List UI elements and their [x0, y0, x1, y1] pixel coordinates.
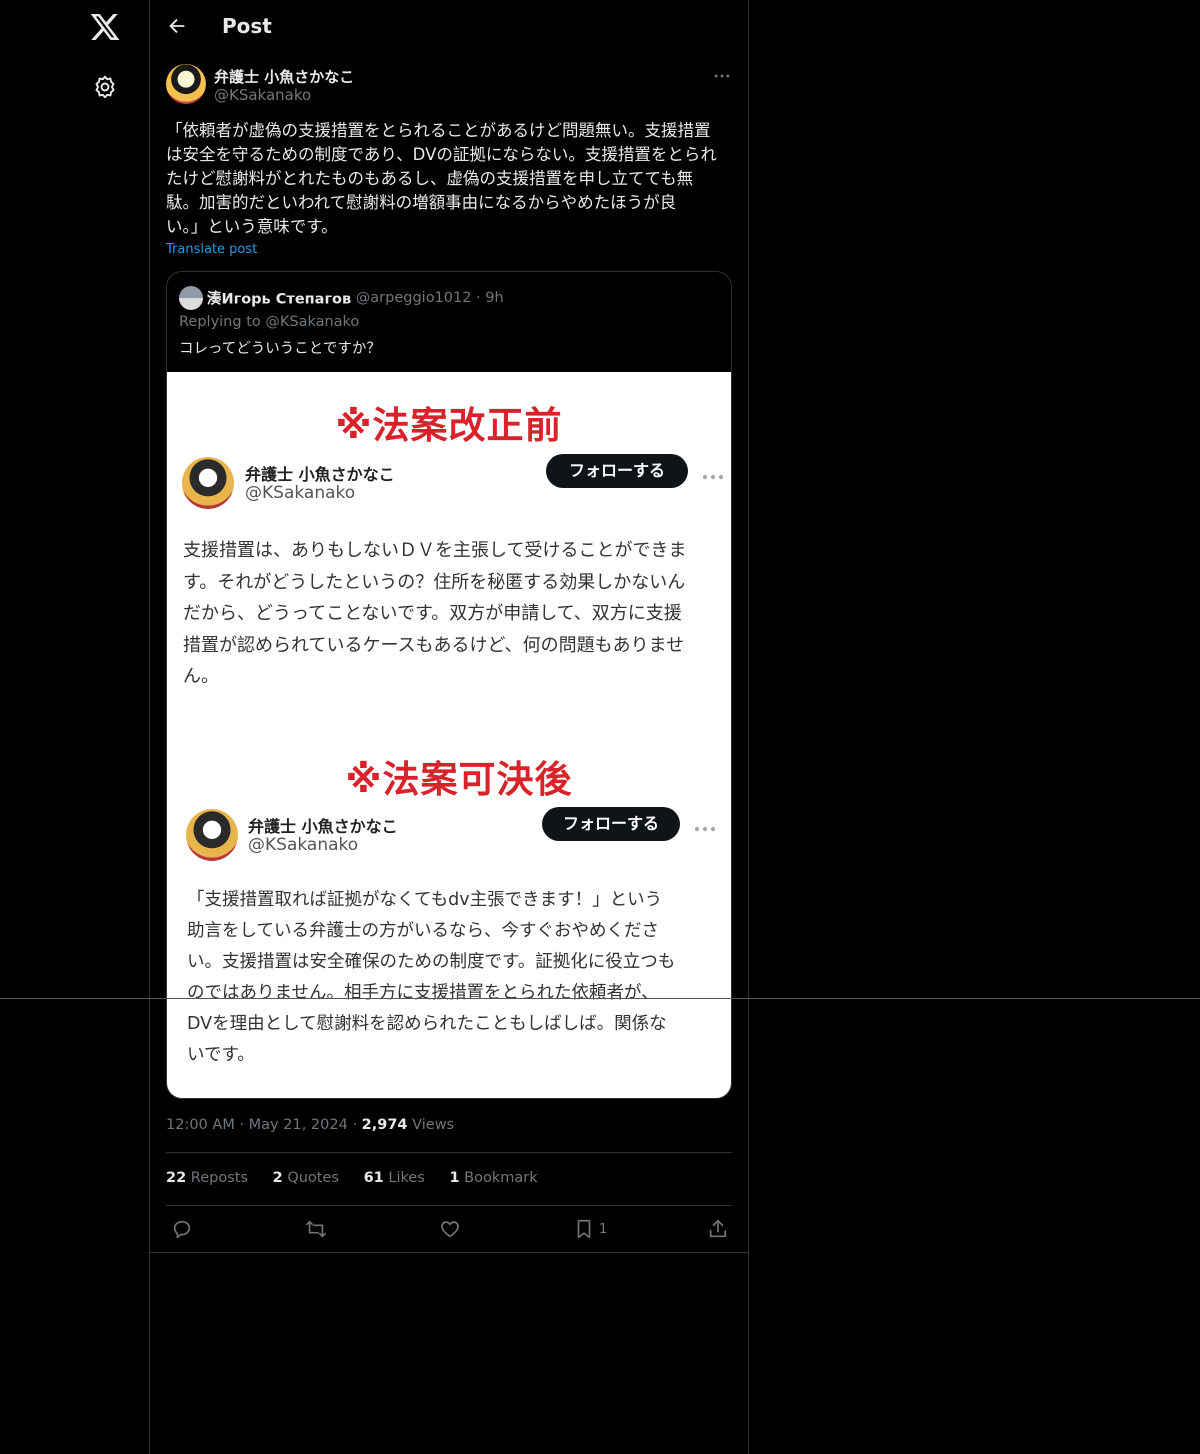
reposts-label: Reposts	[190, 1170, 249, 1186]
separator-dot: ·	[476, 290, 481, 306]
bookmarks-count: 1	[449, 1170, 460, 1186]
bookmarks-label: Bookmark	[464, 1170, 538, 1186]
image-author-name: 弁護士 小魚さかなこ	[245, 465, 395, 484]
main-column: Post 弁護士 小魚さかなこ @KSakanako 「依頼者が虚偽の支援措置を…	[149, 0, 749, 1454]
image-avatar	[186, 809, 238, 861]
banner-after: ※法案可決後	[345, 758, 573, 801]
likes-stat[interactable]: 61 Likes	[364, 1170, 425, 1186]
image-follow-button: フォローする	[542, 807, 680, 841]
share-icon[interactable]	[707, 1218, 729, 1240]
likes-label: Likes	[388, 1170, 425, 1186]
overlay-rule	[0, 998, 1200, 999]
likes-count: 61	[363, 1170, 384, 1186]
views-label: Views	[412, 1117, 455, 1133]
tweet-text: 「依頼者が虚偽の支援措置をとられることがあるけど問題無い。支援措置 は安全を守る…	[166, 121, 717, 236]
translate-link[interactable]: Translate post	[166, 242, 257, 257]
quotes-stat[interactable]: 2 Quotes	[273, 1170, 339, 1186]
reposts-stat[interactable]: 22 Reposts	[166, 1170, 248, 1186]
like-icon[interactable]	[439, 1218, 461, 1240]
image-body-after: 「支援措置取れば証拠がなくてもdv主張できます！」という 助言をしている弁護士の…	[187, 890, 676, 1065]
image-follow-button: フォローする	[546, 454, 688, 488]
separator-dot: ·	[352, 1117, 362, 1133]
author-handle[interactable]: @KSakanako	[214, 86, 311, 104]
quotes-label: Quotes	[287, 1170, 339, 1186]
engagement-stats: 22 Reposts 2 Quotes 61 Likes 1 Bookmark	[166, 1170, 558, 1186]
more-icon[interactable]	[712, 66, 732, 86]
page-title: Post	[222, 14, 272, 38]
post-date[interactable]: May 21, 2024	[249, 1117, 348, 1133]
image-body-before: 支援措置は、ありもしないＤＶを主張して受けることができま す。それがどうしたとい…	[183, 540, 687, 687]
image-author-handle: @KSakanako	[248, 835, 359, 855]
image-author-handle: @KSakanako	[245, 483, 356, 503]
bookmark-icon[interactable]	[573, 1218, 595, 1240]
x-logo-icon[interactable]	[89, 11, 121, 43]
quotes-count: 2	[272, 1170, 283, 1186]
divider	[166, 1205, 732, 1206]
left-nav	[0, 0, 150, 1454]
quote-image[interactable]: ※法案改正前 弁護士 小魚さかなこ @KSakanako フォローする 支援措置…	[167, 372, 731, 1098]
view-count: 2,974	[361, 1117, 408, 1133]
timestamp: 12:00 AM · May 21, 2024 · 2,974 Views	[166, 1117, 454, 1133]
quote-header: 湊Игорь Степагов @arpeggio1012 · 9h	[179, 286, 719, 310]
settings-icon[interactable]	[92, 74, 118, 100]
quote-age: 9h	[485, 290, 504, 306]
bookmark-action-count: 1	[599, 1222, 608, 1237]
avatar[interactable]	[166, 64, 206, 104]
banner-before: ※法案改正前	[335, 404, 563, 447]
author-name[interactable]: 弁護士 小魚さかなこ	[214, 66, 354, 87]
image-more-icon	[693, 819, 717, 832]
image-more-icon	[701, 467, 725, 480]
quote-author-handle[interactable]: @arpeggio1012	[356, 290, 472, 306]
image-author-name: 弁護士 小魚さかなこ	[248, 817, 398, 836]
action-bar: 1	[150, 1212, 748, 1252]
post-time[interactable]: 12:00 AM	[166, 1117, 235, 1133]
quote-avatar[interactable]	[179, 286, 203, 310]
reposts-count: 22	[166, 1170, 187, 1186]
reply-icon[interactable]	[171, 1218, 193, 1240]
back-arrow-icon[interactable]	[166, 15, 188, 37]
tweet-author: 弁護士 小魚さかなこ @KSakanako	[166, 64, 732, 108]
repost-icon[interactable]	[305, 1218, 327, 1240]
quoted-tweet[interactable]: 湊Игорь Степагов @arpeggio1012 · 9h Reply…	[166, 271, 732, 1099]
divider	[150, 1252, 748, 1253]
quote-text: コレってどういうことですか？	[179, 341, 381, 357]
header: Post	[150, 0, 748, 54]
image-avatar	[182, 457, 234, 509]
divider	[166, 1152, 732, 1153]
separator-dot: ·	[239, 1117, 249, 1133]
quote-author-name[interactable]: 湊Игорь Степагов	[207, 292, 351, 308]
bookmarks-stat[interactable]: 1 Bookmark	[449, 1170, 537, 1186]
replying-to: Replying to @KSakanako	[179, 314, 360, 330]
